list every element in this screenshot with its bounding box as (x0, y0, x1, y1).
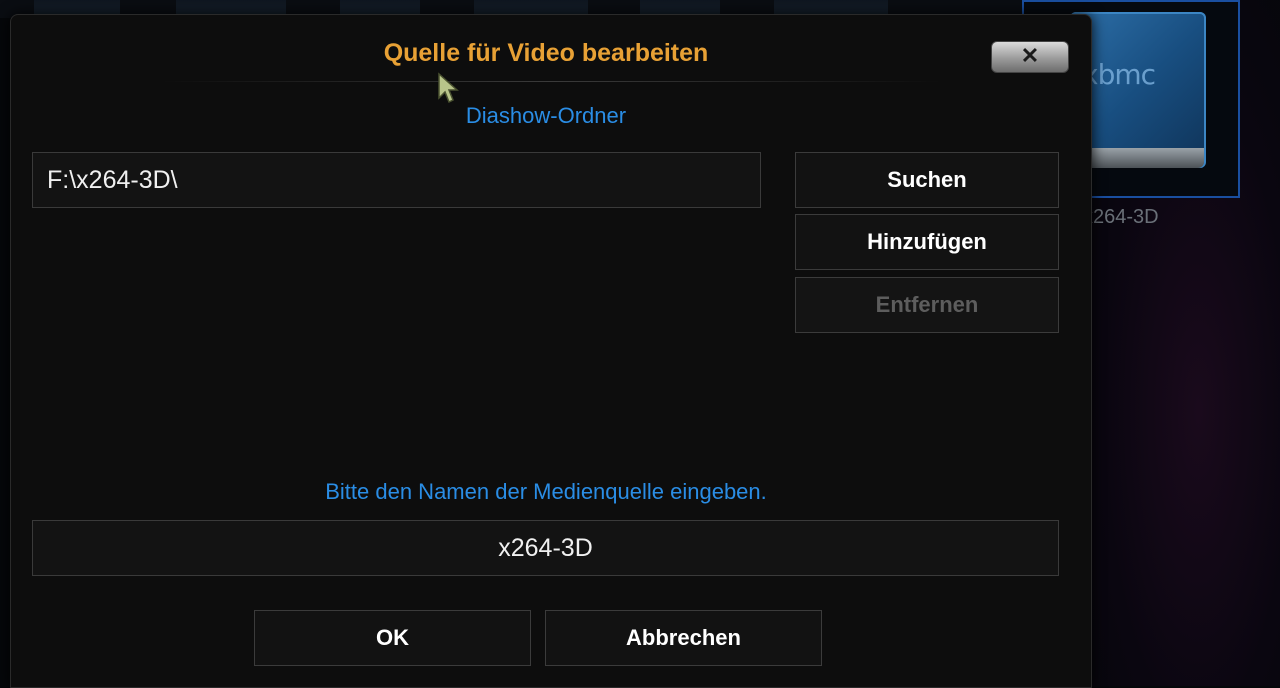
cancel-button[interactable]: Abbrechen (545, 610, 822, 666)
source-name-input[interactable]: x264-3D (32, 520, 1059, 576)
name-prompt-label: Bitte den Namen der Medienquelle eingebe… (325, 479, 767, 504)
close-button[interactable]: ✕ (991, 41, 1069, 73)
path-section-label: Diashow-Ordner (465, 103, 627, 128)
dialog-title: Quelle für Video bearbeiten (383, 39, 709, 67)
background-tile-label: x264-3D (1083, 206, 1159, 228)
edit-source-dialog: Quelle für Video bearbeiten ✕ Diashow-Or… (10, 14, 1092, 688)
background-thumbnail (176, 0, 286, 15)
background-thumbnail (474, 0, 588, 15)
add-button[interactable]: Hinzufügen (795, 214, 1059, 270)
ok-button[interactable]: OK (254, 610, 531, 666)
path-list-item[interactable]: F:\x264-3D\ (32, 152, 761, 208)
browse-button[interactable]: Suchen (795, 152, 1059, 208)
background-thumbnail (774, 0, 888, 15)
mouse-pointer-icon (438, 72, 459, 104)
background-media-case-base (1078, 148, 1204, 168)
remove-button[interactable]: Entfernen (795, 277, 1059, 333)
background-thumbnail (340, 0, 420, 15)
xbmc-logo: xbmc (1082, 58, 1156, 91)
title-divider (161, 81, 941, 82)
background-thumbnail (34, 0, 120, 15)
background-thumbnail (640, 0, 720, 15)
